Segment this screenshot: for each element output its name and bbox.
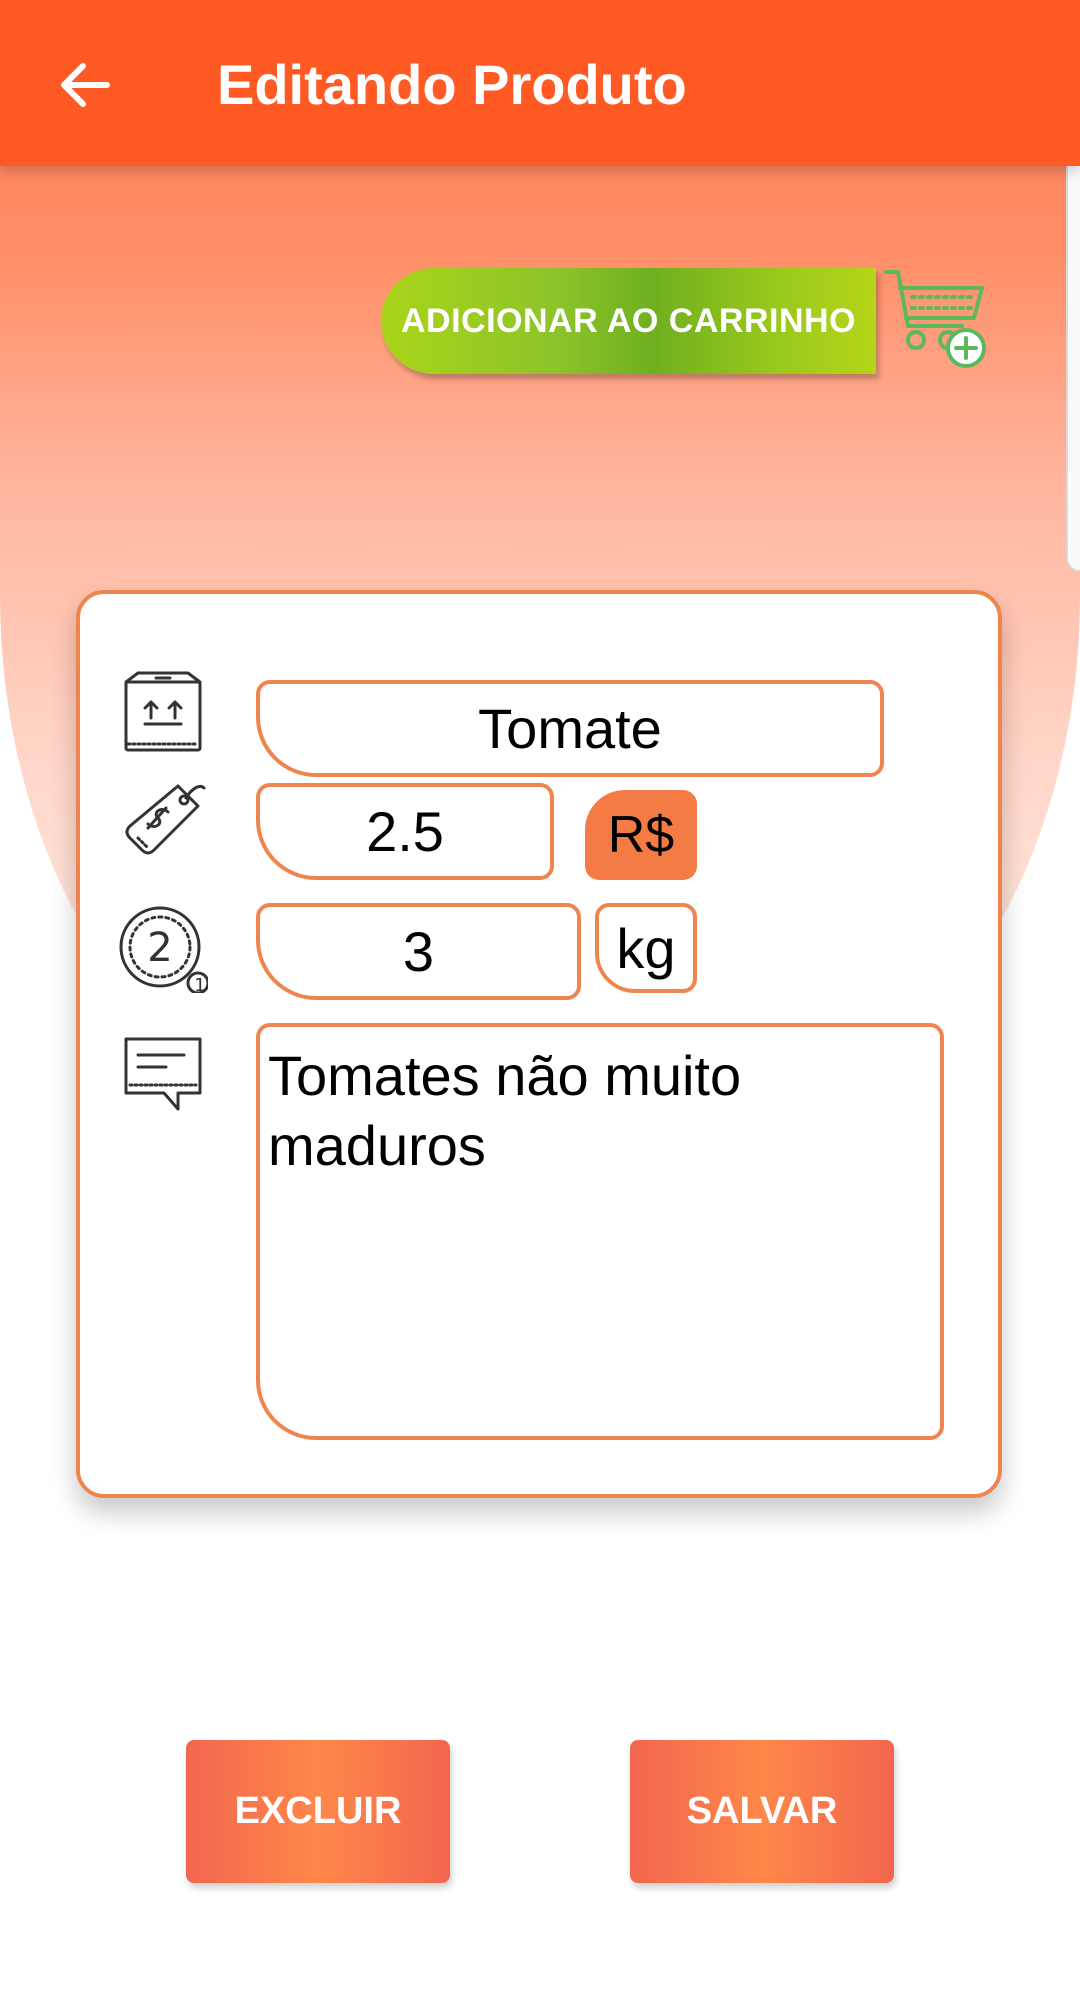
arrow-left-icon <box>61 63 110 107</box>
page-title: Editando Produto <box>217 53 687 116</box>
currency-selector[interactable]: R$ <box>585 790 697 880</box>
edit-product-screen: Editando Produto ADICIONAR AO CARRINHO 2… <box>0 0 1080 1994</box>
quantity-field[interactable]: 3 <box>256 903 581 1000</box>
save-button[interactable]: SALVAR <box>630 1740 894 1883</box>
comment-icon <box>124 1037 202 1111</box>
description-field[interactable]: Tomates não muito maduros <box>256 1023 944 1440</box>
cart-plus-icon[interactable] <box>882 268 992 374</box>
product-name-field[interactable]: Tomate <box>256 680 884 777</box>
delete-button[interactable]: EXCLUIR <box>186 1740 450 1883</box>
scroll-indicator <box>1066 148 1080 572</box>
coin-quantity-icon: 2 1 <box>119 906 208 993</box>
price-field[interactable]: 2.5 <box>256 783 554 880</box>
add-to-cart-button[interactable]: ADICIONAR AO CARRINHO <box>381 268 876 374</box>
box-icon <box>124 671 202 752</box>
svg-text:1: 1 <box>194 975 205 993</box>
app-bar: Editando Produto <box>0 0 1080 166</box>
unit-selector[interactable]: kg <box>595 903 697 993</box>
svg-text:2: 2 <box>147 925 172 971</box>
price-tag-icon <box>125 784 206 855</box>
back-button[interactable] <box>40 40 130 130</box>
